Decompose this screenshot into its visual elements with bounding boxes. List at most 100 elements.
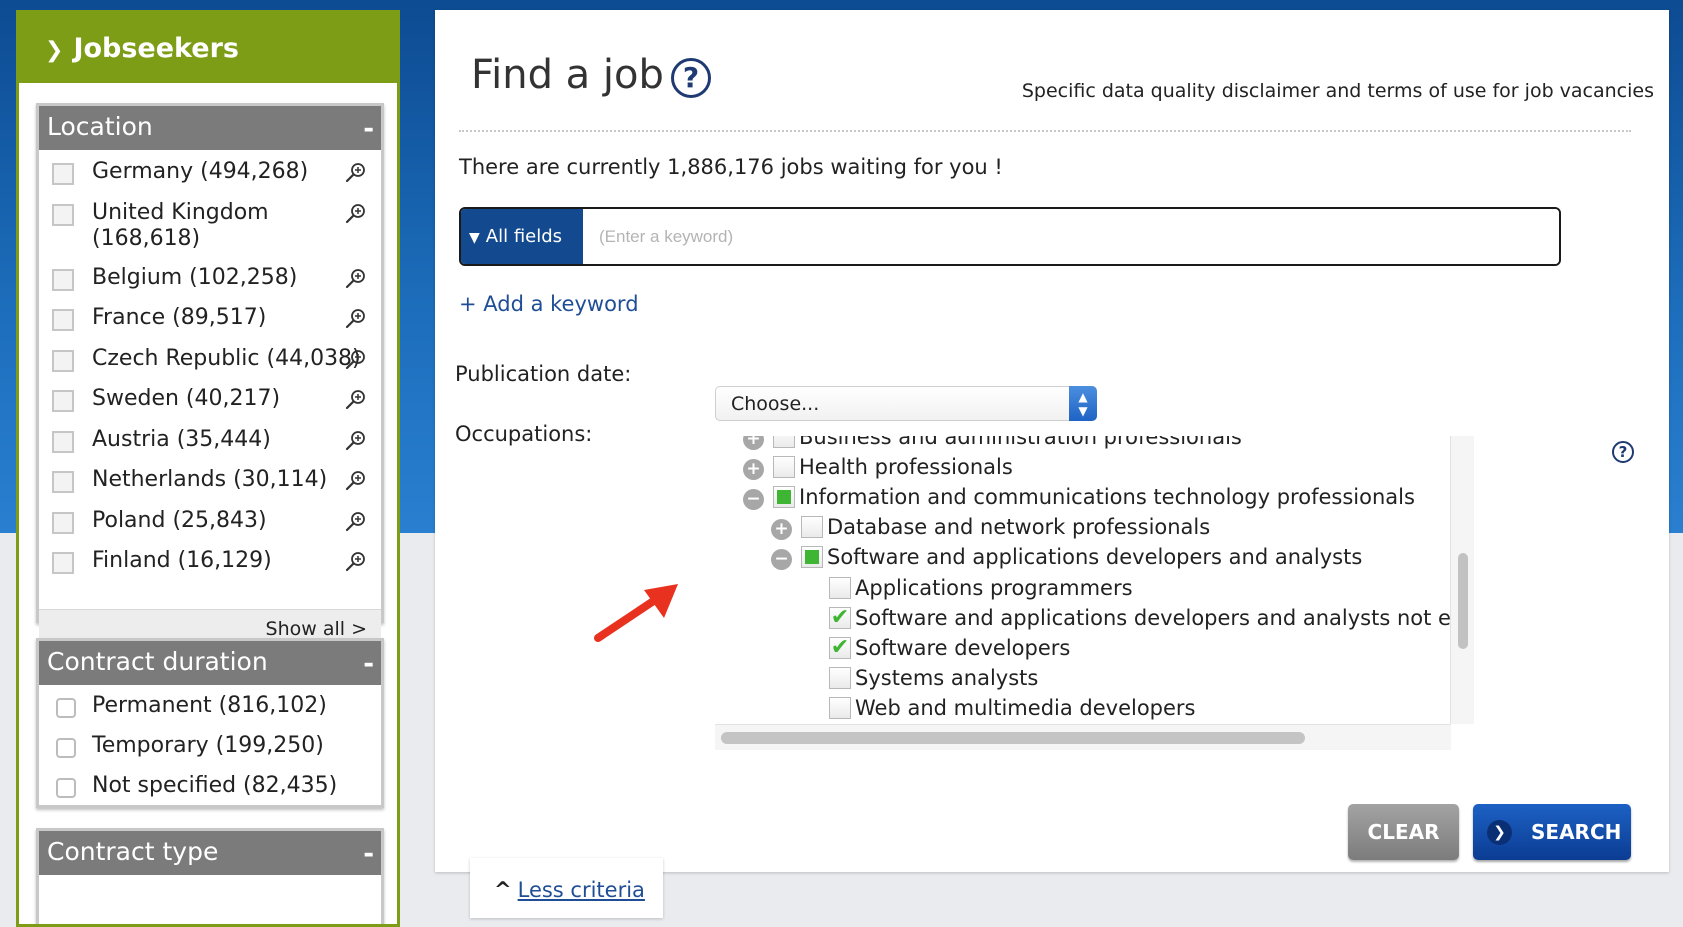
collapse-icon[interactable]: -: [363, 839, 374, 869]
location-title: Location: [47, 112, 153, 141]
find-job-card: Find a job ? Specific data quality discl…: [435, 10, 1669, 872]
location-label: Finland (16,129): [92, 548, 272, 573]
search-button-label: SEARCH: [1531, 820, 1622, 844]
field-select-dropdown[interactable]: ▼ All fields: [461, 209, 583, 264]
contract-duration-label: Temporary (199,250): [92, 733, 324, 758]
add-keyword-link[interactable]: + Add a keyword: [459, 292, 639, 316]
occupation-checkbox[interactable]: ✔: [829, 637, 851, 659]
contract-type-header[interactable]: Contract type -: [39, 831, 381, 875]
occupation-checkbox[interactable]: [773, 486, 795, 508]
zoom-in-icon[interactable]: [345, 307, 367, 329]
divider: [459, 130, 1631, 132]
occupation-label[interactable]: Software and applications developers and…: [827, 543, 1362, 571]
zoom-in-icon[interactable]: [345, 388, 367, 410]
occupation-checkbox[interactable]: [801, 516, 823, 538]
occupation-label[interactable]: Information and communications technolog…: [799, 483, 1415, 511]
contract-duration-header[interactable]: Contract duration -: [39, 641, 381, 685]
keyword-search-box: ▼ All fields: [459, 207, 1561, 266]
occupations-tree: + Business and administration professiona…: [715, 436, 1451, 724]
location-checkbox[interactable]: [52, 390, 74, 412]
tree-vertical-scrollbar[interactable]: [1450, 436, 1474, 724]
occupation-label[interactable]: Health professionals: [799, 453, 1013, 481]
occupation-label[interactable]: Business and administration professional…: [799, 436, 1242, 451]
occupation-checkbox[interactable]: [829, 667, 851, 689]
location-checkbox[interactable]: [52, 350, 74, 372]
occupation-checkbox[interactable]: [829, 577, 851, 599]
location-label: Belgium (102,258): [92, 265, 298, 290]
scroll-thumb[interactable]: [1458, 553, 1468, 649]
collapse-icon[interactable]: -: [363, 649, 374, 679]
location-label: Austria (35,444): [92, 427, 271, 452]
less-criteria-link[interactable]: ^ Less criteria: [470, 858, 663, 918]
contract-type-panel: Contract type -: [36, 828, 384, 924]
location-checkbox[interactable]: [52, 204, 74, 226]
occupation-label[interactable]: Web and multimedia developers: [855, 694, 1196, 722]
zoom-in-icon[interactable]: [345, 550, 367, 572]
occupation-checkbox[interactable]: [773, 456, 795, 478]
location-label: United Kingdom (168,618): [92, 200, 269, 251]
occupation-checkbox[interactable]: [829, 697, 851, 719]
scroll-thumb[interactable]: [721, 732, 1305, 744]
expand-icon[interactable]: +: [743, 459, 764, 480]
occupation-label[interactable]: Database and network professionals: [827, 513, 1210, 541]
contract-type-title: Contract type: [47, 837, 219, 866]
location-checkbox[interactable]: [52, 431, 74, 453]
help-icon[interactable]: ?: [671, 58, 711, 98]
collapse-icon[interactable]: -: [363, 114, 374, 144]
zoom-in-icon[interactable]: [345, 267, 367, 289]
location-checkbox[interactable]: [52, 269, 74, 291]
location-label: Poland (25,843): [92, 508, 267, 533]
jobseekers-header[interactable]: ❯ Jobseekers: [19, 10, 397, 83]
jobseekers-label: Jobseekers: [73, 33, 239, 64]
select-arrows-icon: ▲ ▼: [1069, 386, 1097, 421]
collapse-icon[interactable]: −: [743, 489, 764, 510]
expand-icon[interactable]: +: [771, 519, 792, 540]
location-label: Czech Republic (44,038): [92, 346, 361, 371]
location-checkbox[interactable]: [52, 163, 74, 185]
contract-duration-checkbox[interactable]: [56, 698, 76, 718]
disclaimer-link[interactable]: Specific data quality disclaimer and ter…: [1022, 80, 1654, 102]
zoom-in-icon[interactable]: [345, 202, 367, 224]
contract-duration-label: Not specified (82,435): [92, 773, 338, 798]
chevron-right-icon: ❯: [1487, 820, 1512, 845]
clear-button[interactable]: CLEAR: [1348, 804, 1459, 860]
chevron-right-icon: ❯: [45, 38, 64, 63]
occupation-label[interactable]: Software and applications developers and…: [855, 604, 1451, 632]
red-arrow-annotation: [594, 584, 678, 642]
page-title: Find a job: [471, 52, 664, 98]
occupation-checkbox[interactable]: [773, 436, 795, 448]
zoom-in-icon[interactable]: [345, 161, 367, 183]
chevron-up-icon: ^: [494, 878, 512, 902]
zoom-in-icon[interactable]: [345, 469, 367, 491]
zoom-in-icon[interactable]: [345, 348, 367, 370]
occupation-label[interactable]: Software developers: [855, 634, 1070, 662]
expand-icon[interactable]: +: [743, 436, 764, 450]
contract-duration-panel: Contract duration - Permanent (816,102) T…: [36, 638, 384, 808]
publication-date-select[interactable]: Choose... ▲ ▼: [715, 386, 1097, 421]
zoom-in-icon[interactable]: [345, 429, 367, 451]
contract-duration-checkbox[interactable]: [56, 778, 76, 798]
location-checkbox[interactable]: [52, 471, 74, 493]
location-label: France (89,517): [92, 305, 267, 330]
zoom-in-icon[interactable]: [345, 510, 367, 532]
location-label: Sweden (40,217): [92, 386, 281, 411]
location-panel-header[interactable]: Location -: [39, 106, 381, 150]
location-checkbox[interactable]: [52, 512, 74, 534]
occupation-checkbox[interactable]: [801, 546, 823, 568]
publication-date-label: Publication date:: [455, 362, 632, 386]
location-checkbox[interactable]: [52, 552, 74, 574]
occupation-label[interactable]: Systems analysts: [855, 664, 1038, 692]
occupation-label[interactable]: Applications programmers: [855, 574, 1133, 602]
tree-horizontal-scrollbar[interactable]: [715, 724, 1451, 750]
filter-sidebar: ❯ Jobseekers Location - Germany (494,268)…: [16, 10, 400, 927]
contract-duration-checkbox[interactable]: [56, 738, 76, 758]
location-checkbox[interactable]: [52, 309, 74, 331]
collapse-icon[interactable]: −: [771, 549, 792, 570]
occupations-help-icon[interactable]: ?: [1612, 441, 1634, 463]
contract-duration-label: Permanent (816,102): [92, 693, 327, 718]
occupation-checkbox[interactable]: ✔: [829, 607, 851, 629]
search-button[interactable]: ❯ SEARCH: [1473, 804, 1631, 860]
less-criteria-label: Less criteria: [517, 878, 645, 902]
location-label: Germany (494,268): [92, 159, 309, 184]
keyword-input[interactable]: [583, 209, 1559, 264]
